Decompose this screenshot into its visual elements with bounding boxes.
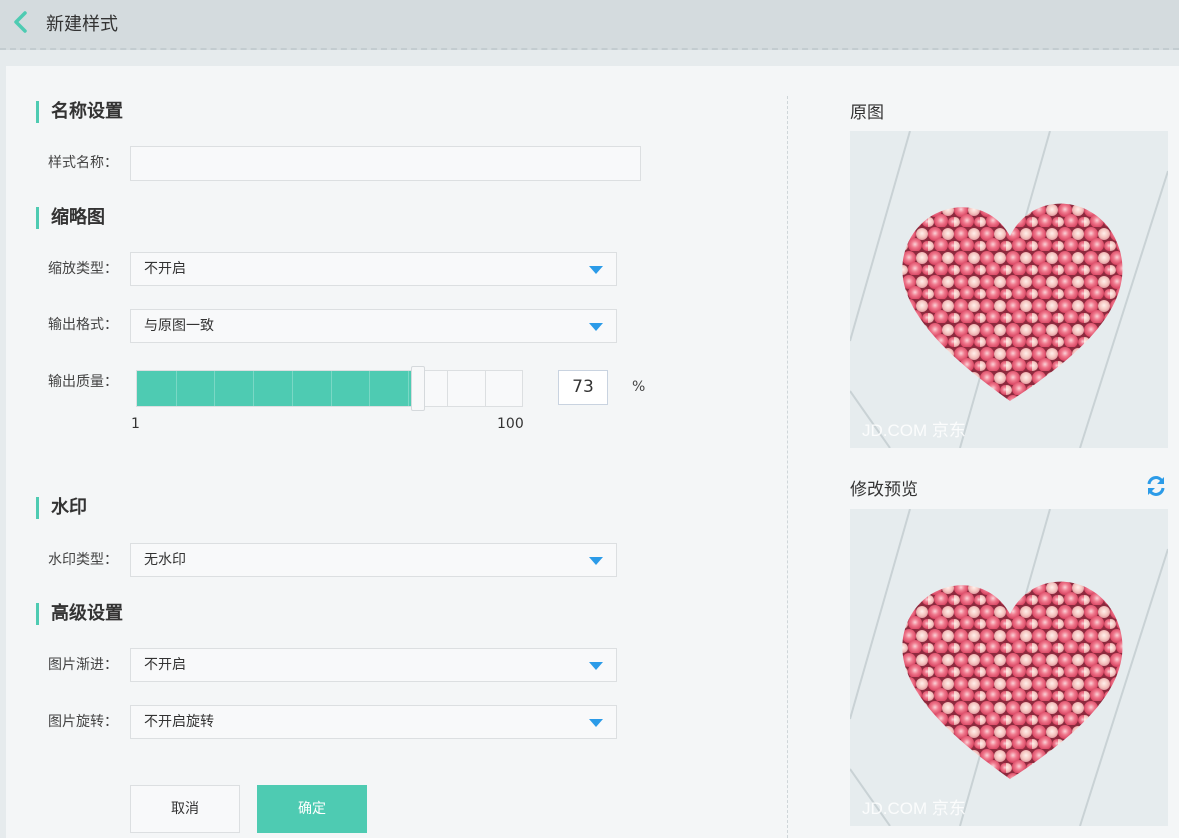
dropdown-arrow-icon <box>589 662 603 670</box>
rotate-select[interactable]: 不开启旋转 <box>130 705 617 739</box>
slider-tick <box>408 371 409 406</box>
scale-type-label: 缩放类型： <box>48 261 118 277</box>
modified-preview-label: 修改预览 <box>850 480 918 500</box>
slider-tick <box>369 371 370 406</box>
quality-input[interactable]: 73 <box>558 370 608 405</box>
rotate-label: 图片旋转： <box>48 714 118 730</box>
style-name-input[interactable] <box>130 146 641 181</box>
rose-heart-photo: JD.COM 京东 <box>850 509 1168 826</box>
slider-tick <box>292 371 293 406</box>
refresh-icon[interactable] <box>1145 475 1167 497</box>
original-image: JD.COM 京东 <box>850 131 1168 448</box>
rose-heart-photo: JD.COM 京东 <box>850 131 1168 448</box>
style-name-label: 样式名称： <box>48 155 118 171</box>
output-format-value: 与原图一致 <box>144 318 214 334</box>
slider-tick <box>253 371 254 406</box>
section-title-advanced: 高级设置 <box>36 603 123 625</box>
dropdown-arrow-icon <box>589 266 603 274</box>
slider-tick <box>176 371 177 406</box>
output-format-select[interactable]: 与原图一致 <box>130 309 617 343</box>
scale-type-select[interactable]: 不开启 <box>130 252 617 286</box>
confirm-button[interactable]: 确定 <box>257 785 367 833</box>
progressive-value: 不开启 <box>144 657 186 673</box>
slider-tick <box>485 371 486 406</box>
dropdown-arrow-icon <box>589 323 603 331</box>
progressive-select[interactable]: 不开启 <box>130 648 617 682</box>
column-divider <box>787 96 788 838</box>
quality-unit: % <box>632 379 646 395</box>
section-title-watermark: 水印 <box>36 497 87 519</box>
page-title: 新建样式 <box>46 14 118 35</box>
quality-slider[interactable] <box>136 366 523 411</box>
watermark-text: JD.COM 京东 <box>862 421 966 440</box>
slider-tick <box>447 371 448 406</box>
preview-image: JD.COM 京东 <box>850 509 1168 826</box>
quality-max-label: 100 <box>497 416 524 432</box>
original-image-label: 原图 <box>850 103 884 123</box>
quality-label: 输出质量： <box>48 374 118 390</box>
scale-type-value: 不开启 <box>144 261 186 277</box>
watermark-type-value: 无水印 <box>144 552 186 568</box>
watermark-type-select[interactable]: 无水印 <box>130 543 617 577</box>
quality-slider-handle[interactable] <box>411 366 425 411</box>
output-format-label: 输出格式： <box>48 317 118 333</box>
top-bar: 新建样式 <box>0 0 1179 50</box>
quality-min-label: 1 <box>131 416 140 432</box>
rotate-value: 不开启旋转 <box>144 714 214 730</box>
cancel-button[interactable]: 取消 <box>130 785 240 833</box>
dropdown-arrow-icon <box>589 557 603 565</box>
progressive-label: 图片渐进： <box>48 657 118 673</box>
back-icon[interactable] <box>10 9 32 35</box>
section-title-thumbnail: 缩略图 <box>36 207 105 229</box>
watermark-type-label: 水印类型： <box>48 552 118 568</box>
slider-tick <box>331 371 332 406</box>
section-title-name: 名称设置 <box>36 101 123 123</box>
dropdown-arrow-icon <box>589 719 603 727</box>
watermark-text: JD.COM 京东 <box>862 799 966 818</box>
slider-tick <box>214 371 215 406</box>
quality-slider-fill <box>137 371 418 406</box>
